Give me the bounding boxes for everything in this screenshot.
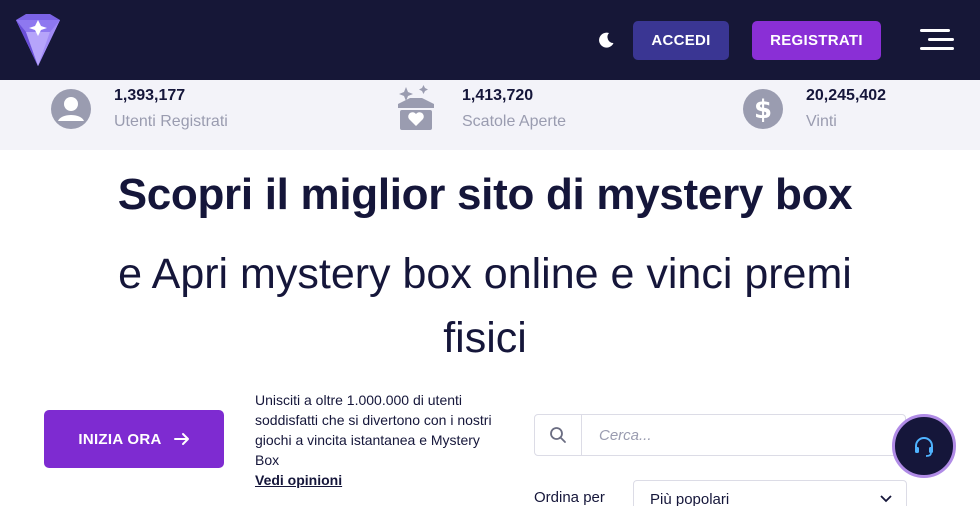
- stat-value: 1,393,177: [114, 87, 186, 104]
- headset-icon: [915, 437, 933, 457]
- sort-selected-value: Più popolari: [650, 491, 730, 506]
- page: ACCEDI REGISTRATI 1,393,177 Utenti Regis…: [0, 0, 980, 506]
- login-button[interactable]: ACCEDI: [633, 21, 729, 60]
- stat-label: Utenti Registrati: [114, 113, 228, 130]
- stat-value: 1,413,720: [462, 87, 534, 104]
- moon-icon[interactable]: [596, 30, 616, 50]
- top-navbar: ACCEDI REGISTRATI: [0, 0, 980, 80]
- start-now-button[interactable]: INIZIA ORA: [44, 410, 224, 468]
- stat-registered-users: 1,393,177 Utenti Registrati: [50, 80, 310, 150]
- user-icon: [50, 88, 92, 130]
- search-box: [534, 414, 906, 456]
- promo-text: Unisciti a oltre 1.000.000 di utenti sod…: [255, 392, 492, 468]
- hamburger-menu-icon[interactable]: [920, 28, 954, 52]
- arrow-right-icon: [173, 433, 189, 445]
- svg-text:$: $: [754, 95, 772, 125]
- promo-block: Unisciti a oltre 1.000.000 di utenti sod…: [255, 390, 495, 490]
- reviews-link[interactable]: Vedi opinioni: [255, 470, 495, 490]
- sort-select[interactable]: Più popolari: [633, 480, 907, 506]
- stat-opened-boxes: 1,413,720 Scatole Aperte: [396, 80, 656, 150]
- sort-label: Ordina per: [534, 489, 605, 506]
- box-heart-icon: [396, 84, 436, 132]
- search-input[interactable]: [583, 415, 903, 455]
- support-chat-button[interactable]: [892, 414, 956, 478]
- start-now-label: INIZIA ORA: [78, 430, 162, 448]
- dollar-icon: $: [742, 88, 784, 130]
- stat-label: Vinti: [806, 113, 837, 130]
- diamond-logo-icon[interactable]: [12, 12, 64, 68]
- hero-title: Scopri il miglior sito di mystery box: [117, 170, 853, 219]
- hero-subtitle: e Apri mystery box online e vinci premi …: [118, 250, 852, 362]
- stat-value: 20,245,402: [806, 87, 887, 104]
- stat-wins: $ 20,245,402 Vinti: [742, 80, 962, 150]
- search-icon[interactable]: [535, 415, 582, 455]
- stat-label: Scatole Aperte: [462, 113, 567, 130]
- register-button[interactable]: REGISTRATI: [752, 21, 881, 60]
- stats-bar: 1,393,177 Utenti Registrati 1,413,720 Sc…: [0, 80, 980, 150]
- chevron-down-icon: [880, 495, 892, 503]
